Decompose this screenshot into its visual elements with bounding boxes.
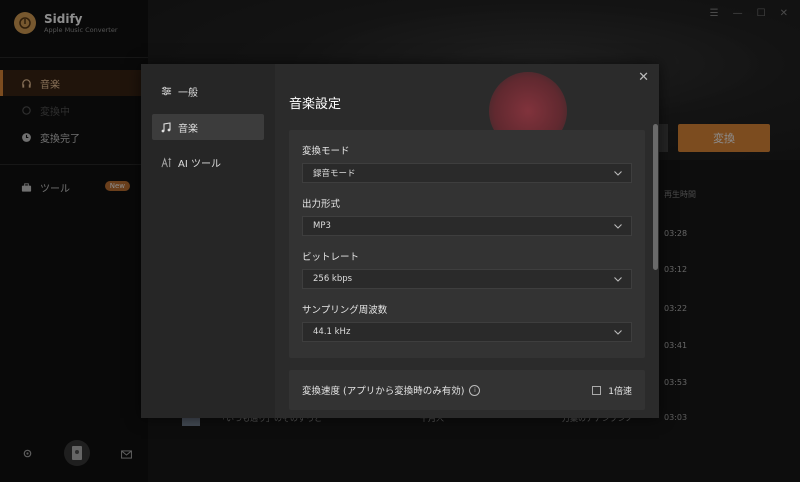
conversion-speed-label: 変換速度 (アプリから変換時のみ有効) i bbox=[302, 383, 481, 397]
close-icon[interactable]: ✕ bbox=[638, 71, 649, 84]
speed-checkbox[interactable] bbox=[592, 385, 602, 395]
checkbox-label: 1倍速 bbox=[608, 386, 632, 397]
chevron-down-icon bbox=[614, 222, 622, 230]
select-value: 録音モード bbox=[313, 169, 356, 179]
music-note-icon bbox=[160, 121, 172, 133]
ai-icon bbox=[160, 156, 172, 168]
page-title: 音楽設定 bbox=[289, 97, 342, 112]
conversion-mode-label: 変換モード bbox=[302, 146, 350, 157]
output-format-select[interactable]: MP3 bbox=[302, 216, 632, 236]
conversion-mode-select[interactable]: 録音モード bbox=[302, 163, 632, 183]
settings-tab-label: AI ツール bbox=[178, 158, 221, 170]
sample-rate-label: サンプリング周波数 bbox=[302, 305, 388, 316]
chevron-down-icon bbox=[614, 169, 622, 177]
chevron-down-icon bbox=[614, 328, 622, 336]
settings-content: 音楽設定 ✕ 変換モード 録音モード 出力形式 MP3 ビットレート 256 k… bbox=[275, 64, 659, 418]
bitrate-label: ビットレート bbox=[302, 252, 360, 263]
settings-tab-ai-tools[interactable]: AI ツール bbox=[152, 149, 264, 175]
scrollbar[interactable] bbox=[653, 124, 658, 270]
select-value: 256 kbps bbox=[313, 274, 353, 284]
settings-nav: 一般 音楽 AI ツール bbox=[141, 64, 275, 418]
settings-tab-general[interactable]: 一般 bbox=[152, 78, 264, 104]
conversion-speed-panel: 変換速度 (アプリから変換時のみ有効) i 1倍速 bbox=[289, 370, 645, 410]
sample-rate-select[interactable]: 44.1 kHz bbox=[302, 322, 632, 342]
bitrate-select[interactable]: 256 kbps bbox=[302, 269, 632, 289]
select-value: 44.1 kHz bbox=[313, 327, 351, 337]
speed-1x-option[interactable]: 1倍速 bbox=[592, 384, 632, 397]
settings-tab-label: 音楽 bbox=[178, 123, 198, 135]
settings-tab-label: 一般 bbox=[178, 87, 198, 99]
chevron-down-icon bbox=[614, 275, 622, 283]
info-icon[interactable]: i bbox=[469, 384, 481, 396]
settings-dialog: 一般 音楽 AI ツール 音楽設定 ✕ 変換モード 録音モード 出力形式 MP3… bbox=[141, 64, 659, 418]
speed-label-text: 変換速度 (アプリから変換時のみ有効) bbox=[302, 386, 465, 397]
sliders-icon bbox=[160, 85, 172, 97]
music-settings-panel: 変換モード 録音モード 出力形式 MP3 ビットレート 256 kbps サンプ… bbox=[289, 130, 645, 358]
output-format-label: 出力形式 bbox=[302, 199, 341, 210]
settings-tab-music[interactable]: 音楽 bbox=[152, 114, 264, 140]
select-value: MP3 bbox=[313, 221, 331, 231]
